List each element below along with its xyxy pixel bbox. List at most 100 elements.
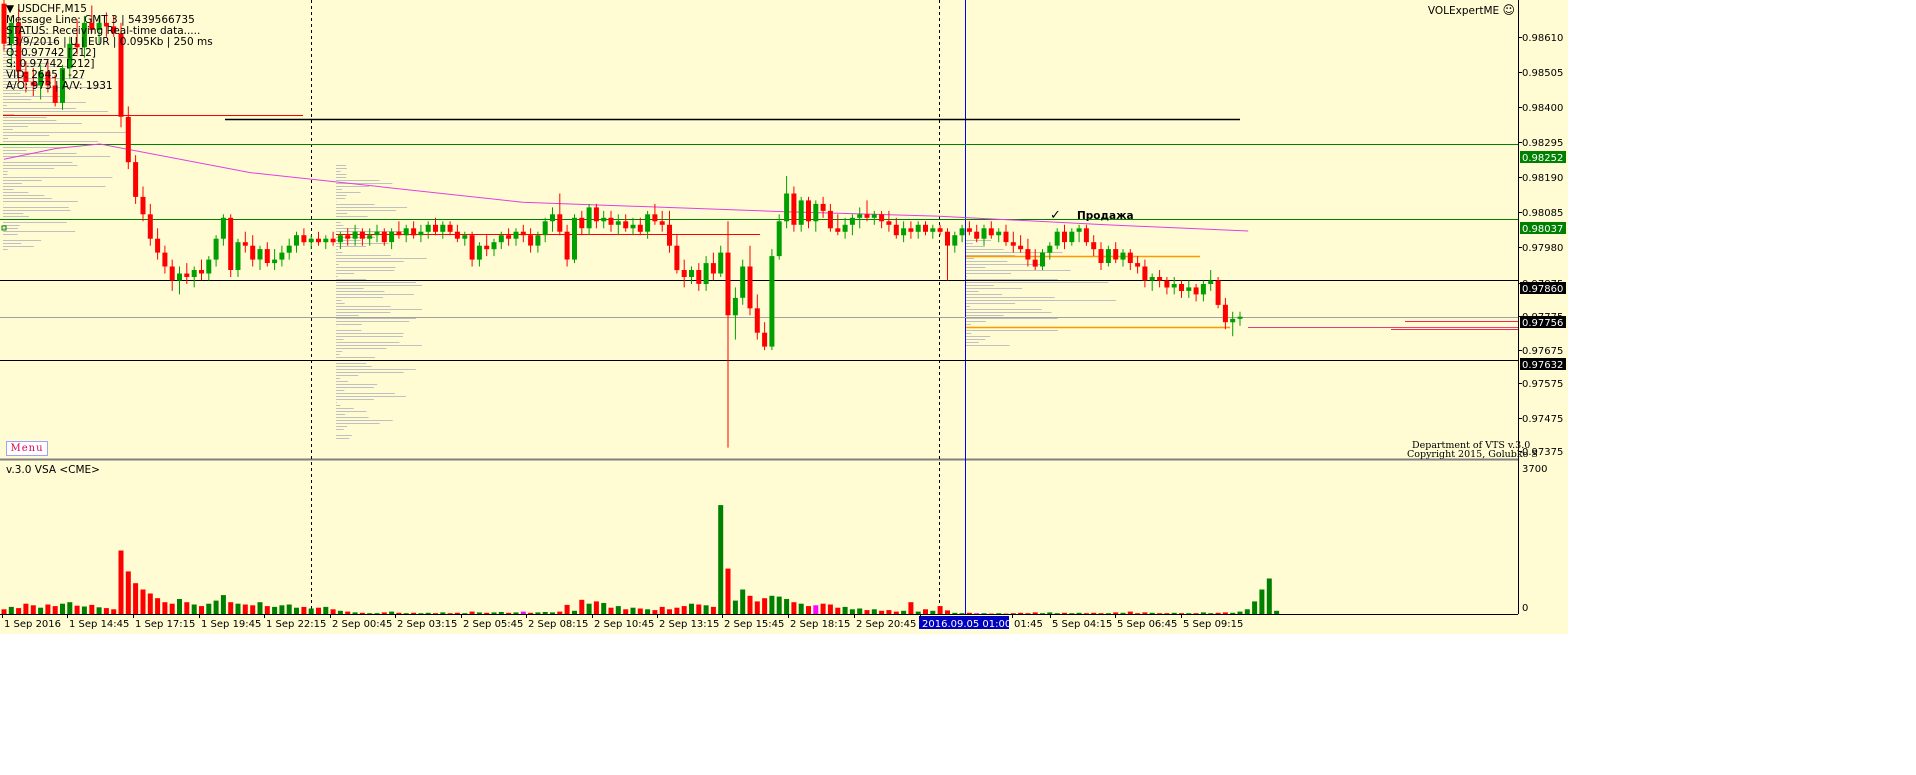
volume-bar: [491, 612, 497, 614]
volume-bar: [623, 609, 629, 614]
candle-body: [988, 228, 994, 236]
volume-bar: [630, 607, 636, 614]
candle-body: [1040, 252, 1045, 267]
candle-body: [162, 252, 168, 267]
candle-body: [220, 217, 226, 239]
volume-bar: [864, 610, 870, 614]
candle-body: [1237, 316, 1243, 319]
volume-bar: [74, 605, 80, 614]
candle-body: [1025, 249, 1031, 260]
candle-body: [849, 217, 855, 225]
candle-body: [732, 297, 738, 316]
indicator-name: VOLExpertME ☺: [1428, 4, 1515, 17]
axis-layer: 0.98610 0.98505 0.98400 0.98295 0.98190 0.980…: [2, 33, 1566, 630]
volume-bar: [893, 611, 899, 614]
volume-bar: [710, 606, 716, 614]
candle-body: [608, 217, 614, 225]
candle-body: [520, 231, 526, 236]
volume-bar: [403, 613, 409, 614]
volume-bar: [374, 613, 380, 614]
candle-body: [1186, 287, 1192, 291]
candle-body: [667, 224, 672, 246]
volume-bar: [1164, 613, 1170, 614]
candle-body: [381, 231, 387, 243]
candle-body: [177, 273, 182, 281]
volume-bar: [652, 610, 658, 614]
volume-bar: [886, 610, 892, 614]
candle-body: [579, 217, 585, 229]
volume-bar: [535, 612, 541, 614]
volume-scale-top: 3700: [1522, 464, 1548, 475]
volume-bar: [703, 605, 709, 614]
volume-bar: [550, 612, 555, 614]
volume-bar: [199, 606, 204, 614]
candle-body: [191, 270, 197, 277]
volume-bar: [454, 612, 460, 614]
volume-bar: [440, 612, 446, 614]
time-tick-label: 2 Sep 05:45: [463, 619, 523, 630]
volume-bar: [974, 613, 980, 614]
volume-bar: [1135, 613, 1141, 614]
candle-body: [228, 217, 234, 270]
price-label-highlighted: 0.97756: [1522, 318, 1563, 329]
volume-bar: [1179, 613, 1184, 614]
volume-bar: [38, 607, 44, 614]
volume-bar: [740, 589, 746, 614]
volume-bar: [513, 612, 519, 614]
volume-bar: [367, 613, 373, 614]
price-label-highlighted: 0.98037: [1522, 224, 1563, 235]
candle-body: [1179, 284, 1184, 291]
volume-bar: [593, 601, 599, 614]
volume-bar: [1244, 609, 1250, 614]
candle-body: [586, 207, 592, 229]
candle-body: [593, 207, 599, 222]
volume-bar: [425, 612, 431, 614]
candle-body: [1091, 242, 1097, 250]
candle-body: [1164, 280, 1170, 288]
volume-bar: [557, 611, 563, 614]
candle-body: [981, 228, 987, 239]
volume-bar: [60, 603, 65, 614]
volume-bar: [959, 613, 965, 614]
menu-button[interactable]: Menu: [6, 441, 48, 456]
candle-body: [513, 231, 519, 239]
candle-body: [886, 221, 892, 225]
volume-bar: [564, 604, 570, 614]
volume-bar: [16, 608, 22, 614]
time-tick-label: 2 Sep 15:45: [724, 619, 784, 630]
candle-body: [674, 245, 680, 271]
candle-body: [301, 235, 307, 243]
candle-body: [1105, 249, 1111, 263]
volume-bar: [1105, 613, 1111, 614]
candle-body: [316, 238, 321, 243]
volume-bar: [206, 603, 212, 614]
trading-chart[interactable]: 0.98610 0.98505 0.98400 0.98295 0.98190 0.980…: [0, 0, 1568, 634]
volume-bar: [1113, 612, 1119, 614]
candle-body: [345, 235, 351, 239]
candle-body: [1157, 277, 1163, 281]
volume-bar: [506, 612, 512, 614]
chart-canvas[interactable]: 0.98610 0.98505 0.98400 0.98295 0.98190 0.980…: [0, 0, 1568, 634]
volume-bar: [1032, 612, 1038, 614]
candle-body: [1135, 263, 1141, 267]
candle-body: [901, 228, 907, 236]
candle-body: [374, 231, 380, 236]
volume-bar: [294, 607, 299, 614]
info-line: A/O: 973 | A/V: 1931: [6, 80, 113, 92]
volume-bar: [725, 568, 731, 614]
candle-body: [740, 266, 746, 298]
volume-bar: [169, 603, 175, 614]
volume-bar: [1230, 612, 1236, 614]
volume-bar: [264, 606, 270, 614]
volume-bar: [696, 604, 702, 614]
volume-bar: [1098, 613, 1104, 614]
candle-body: [235, 242, 241, 270]
candle-body: [242, 242, 248, 246]
candle-body: [169, 266, 175, 281]
candle-body: [1098, 249, 1104, 263]
candle-body: [411, 228, 417, 236]
time-tick-label: 2 Sep 13:15: [659, 619, 719, 630]
volume-bar: [1069, 613, 1075, 614]
volume-bar: [191, 604, 197, 614]
volume-bar: [908, 602, 914, 614]
